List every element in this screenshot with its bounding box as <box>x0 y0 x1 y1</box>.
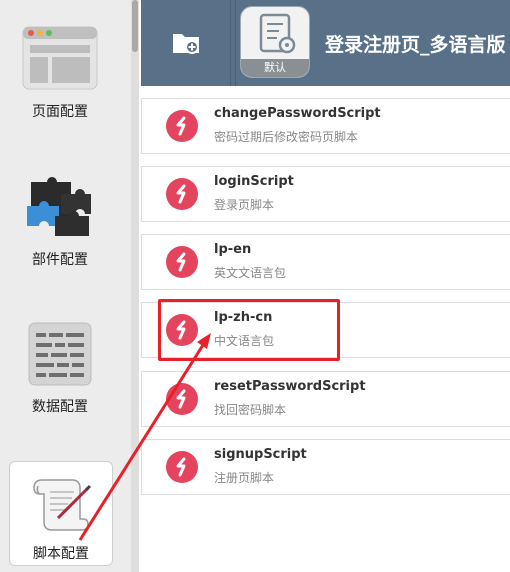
sidebar-item-data-config[interactable]: 数据配置 <box>0 318 120 418</box>
sidebar-item-page-config[interactable]: 页面配置 <box>0 18 120 120</box>
script-name: changePasswordScript <box>214 106 381 121</box>
script-description: 登录页脚本 <box>214 198 275 212</box>
script-name: signupScript <box>214 447 307 462</box>
script-description: 找回密码脚本 <box>214 403 287 417</box>
script-scroll-icon <box>33 479 92 531</box>
folder-add-icon <box>173 34 199 54</box>
script-description: 中文语言包 <box>214 334 275 348</box>
header-divider <box>230 0 231 86</box>
list-item[interactable]: lp-zh-cn 中文语言包 <box>141 302 510 358</box>
puzzle-pieces-icon <box>27 177 91 236</box>
script-description: 密码过期后修改密码页脚本 <box>214 130 359 144</box>
list-item[interactable]: signupScript 注册页脚本 <box>141 439 510 495</box>
script-name: lp-en <box>214 242 252 257</box>
app-root: 页面配置 部件配置 数据配置 脚本配置 默认 登录注册页_多语言版 change… <box>0 0 510 572</box>
settings-document-icon <box>259 13 296 54</box>
sidebar: 页面配置 部件配置 数据配置 脚本配置 <box>0 0 131 572</box>
default-badge: 默认 <box>241 59 309 77</box>
sidebar-scroll-thumb[interactable] <box>132 0 138 52</box>
script-icon <box>166 110 198 142</box>
list-item[interactable]: resetPasswordScript 找回密码脚本 <box>141 371 510 427</box>
page-layout-icon <box>22 26 98 90</box>
script-name: loginScript <box>214 174 294 189</box>
sidebar-item-label: 数据配置 <box>32 399 88 415</box>
list-item[interactable]: changePasswordScript 密码过期后修改密码页脚本 <box>141 98 510 154</box>
list-item[interactable]: loginScript 登录页脚本 <box>141 166 510 222</box>
script-icon <box>166 314 198 346</box>
list-item[interactable]: lp-en 英文文语言包 <box>141 234 510 290</box>
sidebar-scrollbar[interactable] <box>131 0 139 572</box>
add-folder-button[interactable] <box>171 27 201 57</box>
header-divider <box>235 0 236 86</box>
page-title: 登录注册页_多语言版 <box>325 34 506 56</box>
sidebar-item-widget-config[interactable]: 部件配置 <box>0 170 120 270</box>
sidebar-item-script-config[interactable]: 脚本配置 <box>9 461 113 566</box>
script-icon <box>166 383 198 415</box>
sidebar-item-label: 部件配置 <box>32 252 88 268</box>
script-icon <box>166 246 198 278</box>
data-grid-icon <box>28 322 92 386</box>
app-thumbnail[interactable]: 默认 <box>240 6 310 78</box>
script-name: resetPasswordScript <box>214 379 366 394</box>
script-icon <box>166 178 198 210</box>
sidebar-item-label: 脚本配置 <box>33 546 89 562</box>
script-description: 注册页脚本 <box>214 471 275 485</box>
script-icon <box>166 451 198 483</box>
script-description: 英文文语言包 <box>214 266 287 280</box>
script-name: lp-zh-cn <box>214 310 273 325</box>
sidebar-item-label: 页面配置 <box>32 104 88 120</box>
